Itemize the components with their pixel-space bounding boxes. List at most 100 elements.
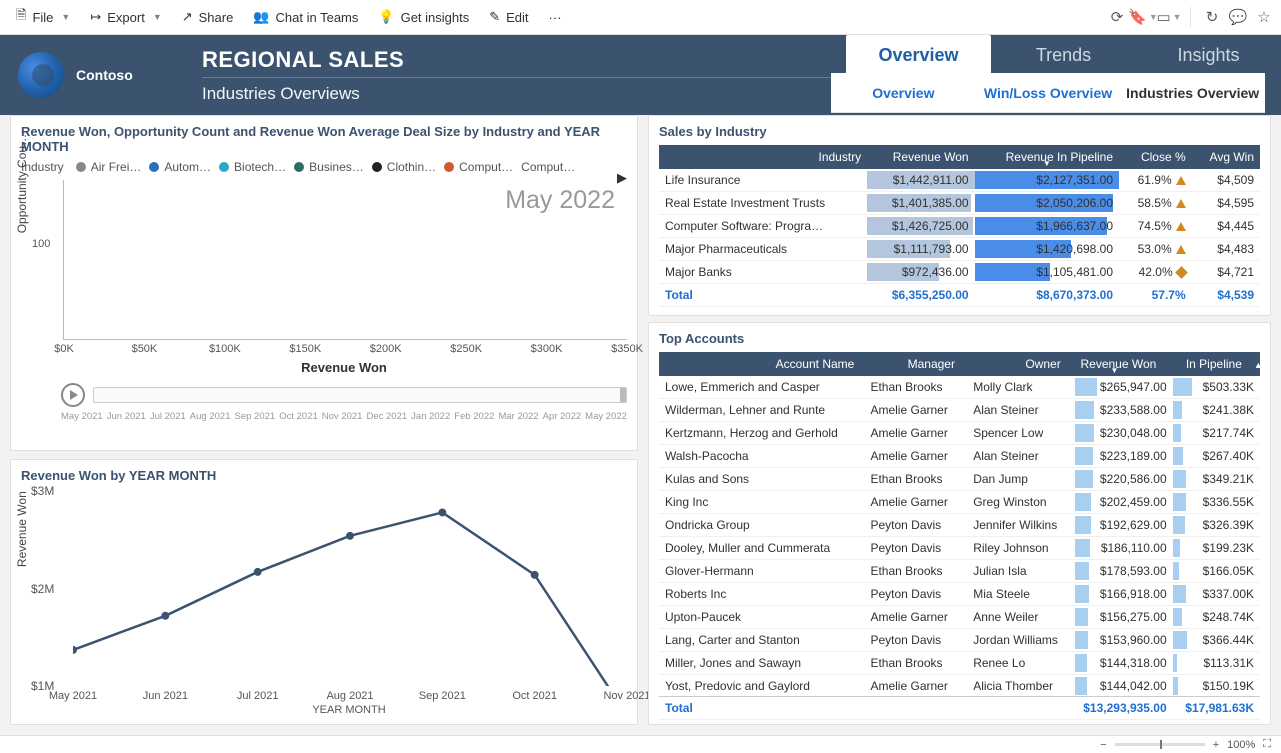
sub-tabs: OverviewWin/Loss OverviewIndustries Over… (831, 73, 1265, 113)
legend-item[interactable]: Autom… (149, 160, 211, 174)
table-row[interactable]: Yost, Predovic and GaylordAmelie GarnerA… (659, 675, 1260, 697)
col-header[interactable]: Avg Win (1192, 145, 1260, 169)
chat-teams-button[interactable]: 👥Chat in Teams (245, 5, 366, 29)
tab-overview[interactable]: Overview (846, 35, 991, 77)
share-button[interactable]: ↗Share (174, 5, 242, 29)
table-row[interactable]: Wilderman, Lehner and RunteAmelie Garner… (659, 399, 1260, 422)
col-header[interactable]: Close % (1119, 145, 1192, 169)
line-plot[interactable]: $1M$2M$3MMay 2021Jun 2021Jul 2021Aug 202… (73, 491, 627, 686)
line-xlabel: YEAR MONTH (71, 704, 627, 716)
line-xtick: Jul 2021 (237, 690, 279, 702)
comment-icon[interactable]: 💬 (1229, 8, 1247, 26)
export-menu[interactable]: ↦Export▼ (82, 5, 169, 29)
subtab-win-loss-overview[interactable]: Win/Loss Overview (976, 85, 1121, 101)
tab-trends[interactable]: Trends (991, 35, 1136, 77)
tab-insights[interactable]: Insights (1136, 35, 1281, 77)
accounts-scroll[interactable]: Lowe, Emmerich and CasperEthan BrooksMol… (659, 376, 1260, 696)
line-xtick: Jun 2021 (143, 690, 188, 702)
scatter-xtick: $350K (611, 343, 643, 355)
reset-icon[interactable]: ⟳ (1108, 8, 1126, 26)
col-header[interactable]: In Pipeline (1162, 352, 1248, 376)
fit-page-icon[interactable]: ⛶ (1263, 738, 1271, 751)
table-row[interactable]: Glover-HermannEthan BrooksJulian Isla$17… (659, 560, 1260, 583)
table-row[interactable]: Upton-PaucekAmelie GarnerAnne Weiler$156… (659, 606, 1260, 629)
line-xtick: Aug 2021 (326, 690, 373, 702)
view-icon[interactable]: ▭▼ (1160, 8, 1178, 26)
accounts-table[interactable]: Lowe, Emmerich and CasperEthan BrooksMol… (659, 376, 1260, 696)
legend-item[interactable]: Comput… (521, 160, 575, 174)
scatter-ytick: 100 (32, 238, 50, 250)
bulb-icon: 💡 (378, 9, 394, 25)
subtab-industries-overview[interactable]: Industries Overview (1120, 85, 1265, 101)
edit-button[interactable]: ✎Edit (481, 5, 536, 29)
line-xtick: Oct 2021 (512, 690, 557, 702)
col-header[interactable]: Industry (659, 145, 867, 169)
table-row[interactable]: Lowe, Emmerich and CasperEthan BrooksMol… (659, 376, 1260, 399)
scatter-xtick: $200K (370, 343, 402, 355)
accounts-table-title: Top Accounts (659, 331, 1260, 346)
top-toolbar: 🗎File▼ ↦Export▼ ↗Share 👥Chat in Teams 💡G… (0, 0, 1281, 35)
line-ylabel: Revenue Won (15, 491, 29, 567)
legend-item[interactable]: Air Frei… (76, 160, 142, 174)
legend-item[interactable]: Comput… (444, 160, 513, 174)
top-accounts-card: Top Accounts Account NameManagerOwnerRev… (648, 322, 1271, 725)
scatter-xtick: $100K (209, 343, 241, 355)
brand: Contoso (0, 35, 190, 115)
legend-item[interactable]: Busines… (294, 160, 364, 174)
legend-item[interactable]: Biotech… (219, 160, 286, 174)
col-header[interactable]: Revenue Won▼ (1067, 352, 1163, 376)
table-row[interactable]: Dooley, Muller and CummerataPeyton Davis… (659, 537, 1260, 560)
table-row[interactable]: Major Banks$972,436.00$1,105,481.0042.0%… (659, 261, 1260, 284)
sales-table-title: Sales by Industry (659, 124, 1260, 139)
scroll-up-icon[interactable]: ▲ (1254, 360, 1263, 370)
subtab-overview[interactable]: Overview (831, 85, 976, 101)
table-row[interactable]: Lang, Carter and StantonPeyton DavisJord… (659, 629, 1260, 652)
accounts-table-header[interactable]: Account NameManagerOwnerRevenue Won▼In P… (659, 352, 1260, 376)
sales-table[interactable]: IndustryRevenue WonRevenue In Pipeline▼C… (659, 145, 1260, 307)
scatter-xtick: $150K (289, 343, 321, 355)
star-icon[interactable]: ☆ (1255, 8, 1273, 26)
table-row[interactable]: Real Estate Investment Trusts$1,401,385.… (659, 192, 1260, 215)
scatter-xtick: $300K (531, 343, 563, 355)
scatter-plot[interactable]: May 2022 100 $0K$50K$100K$150K$200K$250K… (63, 180, 627, 340)
play-button[interactable] (61, 383, 85, 407)
pencil-icon: ✎ (489, 9, 500, 25)
line-chart-card: Revenue Won by YEAR MONTH Revenue Won $1… (10, 459, 638, 725)
table-row[interactable]: Ondricka GroupPeyton DavisJennifer Wilki… (659, 514, 1260, 537)
table-row[interactable]: Kulas and SonsEthan BrooksDan Jump$220,5… (659, 468, 1260, 491)
time-slider[interactable] (93, 387, 627, 403)
line-chart-title: Revenue Won by YEAR MONTH (21, 468, 627, 483)
scatter-xtick: $50K (132, 343, 158, 355)
line-ytick: $3M (31, 484, 54, 498)
col-header[interactable]: Owner (961, 352, 1067, 376)
table-row[interactable]: Kertzmann, Herzog and GerholdAmelie Garn… (659, 422, 1260, 445)
table-row[interactable]: Miller, Jones and SawaynEthan BrooksRene… (659, 652, 1260, 675)
col-header[interactable]: Account Name (659, 352, 860, 376)
more-menu[interactable]: ··· (541, 6, 570, 29)
table-row[interactable]: Life Insurance$1,442,911.00$2,127,351.00… (659, 169, 1260, 192)
bookmark-icon[interactable]: 🔖▼ (1134, 8, 1152, 26)
line-xtick: Sep 2021 (419, 690, 466, 702)
table-row[interactable]: Walsh-PacochaAmelie GarnerAlan Steiner$2… (659, 445, 1260, 468)
table-row[interactable]: Major Pharmaceuticals$1,111,793.00$1,420… (659, 238, 1260, 261)
file-menu[interactable]: 🗎File▼ (8, 2, 78, 32)
refresh-icon[interactable]: ↻ (1203, 8, 1221, 26)
zoom-slider[interactable] (1115, 743, 1205, 746)
status-bar: − + 100% ⛶ (0, 735, 1281, 753)
table-row[interactable]: Roberts IncPeyton DavisMia Steele$166,91… (659, 583, 1260, 606)
legend-item[interactable]: Clothin… (372, 160, 436, 174)
line-ytick: $2M (31, 582, 54, 596)
scatter-card: Revenue Won, Opportunity Count and Reven… (10, 115, 638, 451)
col-header[interactable]: Manager (860, 352, 961, 376)
table-row[interactable]: Computer Software: Progra…$1,426,725.00$… (659, 215, 1260, 238)
scatter-xtick: $250K (450, 343, 482, 355)
share-icon: ↗ (182, 9, 193, 25)
scatter-title: Revenue Won, Opportunity Count and Reven… (21, 124, 627, 154)
zoom-in-icon[interactable]: + (1213, 739, 1219, 751)
col-header[interactable]: Revenue Won (867, 145, 974, 169)
get-insights-button[interactable]: 💡Get insights (370, 5, 477, 29)
table-row[interactable]: King IncAmelie GarnerGreg Winston$202,45… (659, 491, 1260, 514)
zoom-out-icon[interactable]: − (1100, 739, 1106, 751)
teams-icon: 👥 (253, 9, 269, 25)
col-header[interactable]: Revenue In Pipeline▼ (975, 145, 1119, 169)
